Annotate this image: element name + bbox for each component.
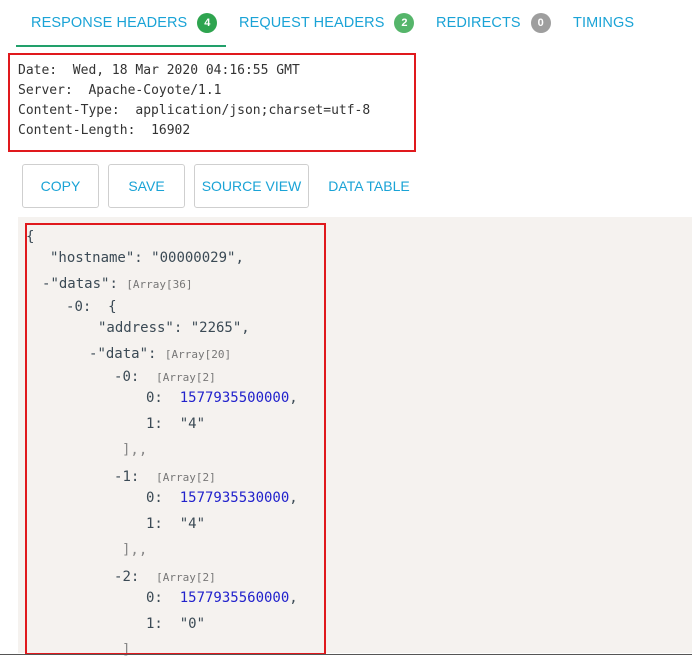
data-table-button[interactable]: DATA TABLE [318, 164, 420, 208]
json-item-line: -0: { [66, 299, 117, 315]
json-number-value: 1577935560000 [179, 590, 290, 606]
array-type-label: [Array[2] [156, 471, 216, 484]
json-key: "datas" [50, 276, 110, 292]
json-close-bracket-partial: ] [122, 642, 131, 658]
header-line-content-type: Content-Type: application/json;charset=u… [18, 101, 414, 121]
json-address-line: "address": "2265", [98, 320, 250, 336]
json-close-bracket: ],, [122, 442, 148, 458]
array-type-label: [Array[2] [156, 571, 216, 584]
tab-response-headers[interactable]: RESPONSE HEADERS 4 [31, 0, 218, 46]
header-line-server: Server: Apache-Coyote/1.1 [18, 81, 414, 101]
json-index: 0 [122, 369, 131, 385]
json-key: "address" [98, 320, 174, 336]
json-string-value: "4" [179, 516, 206, 532]
json-data-line: -"data": [Array[20] [89, 346, 232, 362]
json-string-value: "00000029" [151, 250, 236, 266]
json-key: "data" [97, 346, 149, 362]
header-value: Apache-Coyote/1.1 [88, 83, 222, 98]
source-view-button[interactable]: SOURCE VIEW [194, 164, 309, 208]
json-index: 2 [122, 569, 131, 585]
active-tab-indicator [16, 45, 226, 47]
response-headers-panel: Date: Wed, 18 Mar 2020 04:16:55 GMT Serv… [8, 53, 416, 152]
array-type-label: [Array[20] [164, 348, 232, 361]
tab-request-headers[interactable]: REQUEST HEADERS 2 [239, 0, 415, 46]
json-string-value: "0" [179, 616, 206, 632]
json-row-value-1: 1: "0" [146, 616, 206, 632]
header-value: Wed, 18 Mar 2020 04:16:55 GMT [72, 63, 300, 78]
tab-label: RESPONSE HEADERS [31, 15, 188, 31]
header-name: Content-Type: [18, 103, 120, 118]
json-string-value: "2265" [190, 320, 242, 336]
json-string-value: "4" [179, 416, 206, 432]
json-close-bracket: ],, [122, 542, 148, 558]
header-value: application/json;charset=utf-8 [135, 103, 371, 118]
json-row-value-0: 0: 1577935530000, [146, 490, 298, 506]
count-badge: 2 [394, 13, 415, 33]
header-line-content-length: Content-Length: 16902 [18, 121, 414, 141]
json-open-brace: { [26, 229, 35, 245]
json-row-value-0: 0: 1577935500000, [146, 390, 298, 406]
header-value: 16902 [151, 123, 191, 138]
bottom-divider [0, 654, 692, 655]
json-row-value-1: 1: "4" [146, 416, 206, 432]
array-type-label: [Array[2] [156, 371, 216, 384]
header-line-date: Date: Wed, 18 Mar 2020 04:16:55 GMT [18, 61, 414, 81]
json-key: "hostname" [50, 250, 135, 266]
json-datas-line: -"datas": [Array[36] [42, 276, 193, 292]
tab-label: REQUEST HEADERS [239, 15, 385, 31]
tab-redirects[interactable]: REDIRECTS 0 [436, 0, 551, 46]
json-row-header: -0: [Array[2] [114, 369, 216, 385]
count-badge: 0 [530, 13, 551, 33]
save-button[interactable]: SAVE [108, 164, 185, 208]
json-index: 1 [122, 469, 131, 485]
json-hostname-line: "hostname": "00000029", [50, 250, 244, 266]
tab-label: REDIRECTS [436, 15, 521, 31]
response-tabs: RESPONSE HEADERS 4 REQUEST HEADERS 2 RED… [0, 0, 692, 48]
header-name: Content-Length: [18, 123, 136, 138]
json-index: 0 [74, 299, 83, 315]
array-type-label: [Array[36] [126, 278, 193, 291]
header-name: Server: [18, 83, 73, 98]
json-row-header: -2: [Array[2] [114, 569, 216, 585]
header-name: Date: [18, 63, 58, 78]
json-row-header: -1: [Array[2] [114, 469, 216, 485]
count-badge: 4 [197, 13, 218, 33]
copy-button[interactable]: COPY [22, 164, 99, 208]
tab-label: TIMINGS [573, 15, 635, 31]
json-number-value: 1577935530000 [179, 490, 290, 506]
json-row-value-0: 0: 1577935560000, [146, 590, 298, 606]
tab-timings[interactable]: TIMINGS [573, 0, 634, 46]
json-row-value-1: 1: "4" [146, 516, 206, 532]
json-number-value: 1577935500000 [179, 390, 290, 406]
